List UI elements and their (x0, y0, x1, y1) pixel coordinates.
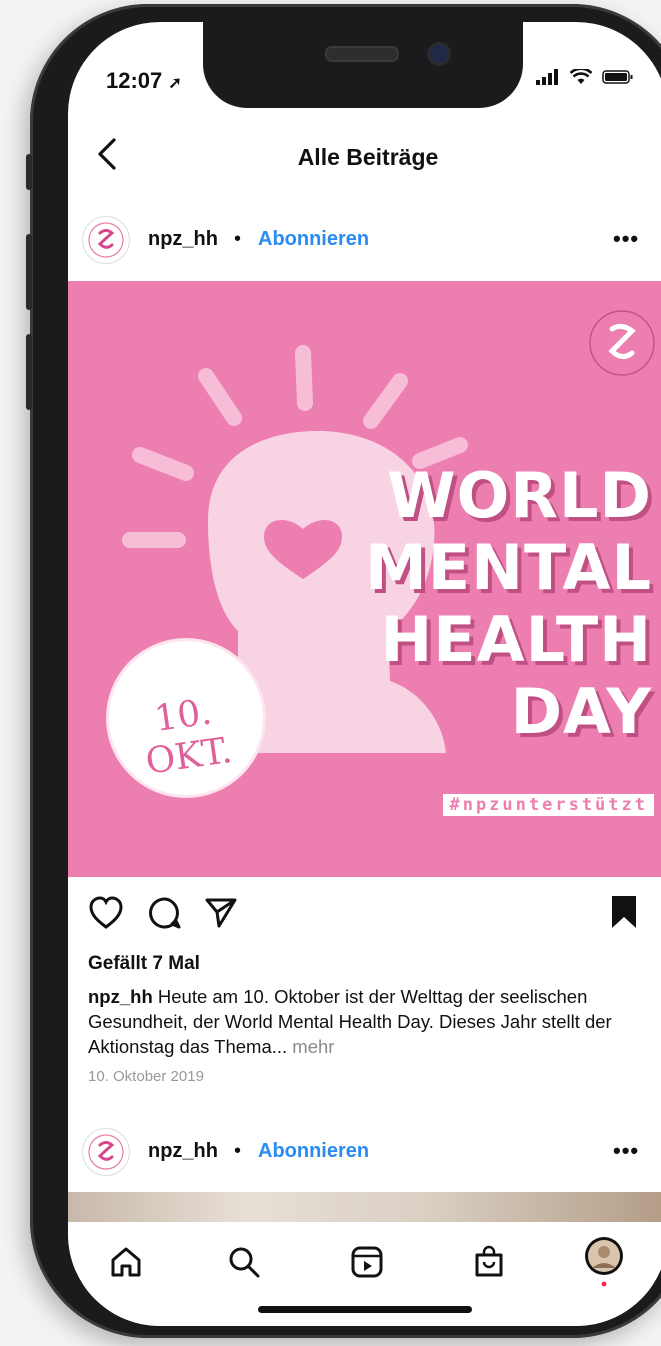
speaker (325, 46, 399, 62)
follow-button-2[interactable]: Abonnieren (258, 1140, 369, 1163)
silent-switch (26, 154, 32, 190)
post-image[interactable]: WORLD MENTAL HEALTH DAY 10. OKT. #npzunt… (68, 281, 661, 877)
caption-more-link[interactable]: mehr (292, 1036, 334, 1057)
heart-icon[interactable] (88, 896, 124, 930)
tab-shop[interactable] (465, 1238, 513, 1286)
shop-icon (475, 1245, 503, 1277)
profile-avatar (585, 1237, 623, 1287)
status-icons (536, 69, 634, 85)
more-options-button-2[interactable]: ••• (613, 1138, 639, 1164)
search-icon (229, 1247, 260, 1278)
bookmark-icon[interactable] (609, 894, 639, 930)
share-icon[interactable] (204, 896, 238, 930)
tab-home[interactable] (102, 1238, 150, 1286)
front-camera (427, 42, 451, 66)
separator-dot: • (234, 1140, 242, 1162)
location-arrow-icon: ➚ (168, 75, 182, 92)
signal-icon (536, 69, 558, 85)
npz-logo-icon (88, 1134, 124, 1170)
post-date: 10. Oktober 2019 (88, 1068, 204, 1085)
separator-dot: • (234, 228, 242, 250)
post-caption: npz_hh Heute am 10. Oktober ist der Welt… (88, 984, 648, 1059)
post2-username[interactable]: npz_hh (148, 1140, 218, 1163)
screen: 12:07 ➚ Alle Beiträge npz_hh • Abonniere… (68, 22, 661, 1326)
post-actions (68, 888, 661, 940)
likes-count[interactable]: Gefällt 7 Mal (88, 953, 200, 975)
battery-icon (602, 70, 633, 84)
npz-logo-icon (88, 222, 124, 258)
post-username[interactable]: npz_hh (148, 228, 218, 251)
headline-line-1: WORLD (387, 459, 652, 532)
npz-stamp-icon (589, 310, 655, 376)
caption-username[interactable]: npz_hh (88, 986, 153, 1007)
status-time: 12:07 ➚ (106, 68, 182, 93)
wifi-icon (570, 69, 592, 84)
more-options-button[interactable]: ••• (613, 226, 639, 252)
avatar[interactable] (82, 216, 130, 264)
post-header: npz_hh • Abonnieren ••• (68, 202, 661, 274)
avatar[interactable] (82, 1128, 130, 1176)
reels-icon (351, 1246, 383, 1278)
tab-search[interactable] (220, 1238, 268, 1286)
tab-reels[interactable] (343, 1238, 391, 1286)
volume-up-button (26, 234, 32, 310)
notch (203, 22, 523, 108)
home-icon (111, 1247, 141, 1277)
home-indicator (258, 1306, 472, 1313)
post2-header: npz_hh • Abonnieren ••• (68, 1114, 661, 1186)
headline-line-2: MENTAL (365, 531, 652, 604)
volume-down-button (26, 334, 32, 410)
caption-text: Heute am 10. Oktober ist der Welttag der… (88, 986, 612, 1057)
headline-line-3: HEALTH (380, 603, 652, 676)
comment-icon[interactable] (148, 896, 182, 930)
page-title: Alle Beiträge (297, 144, 439, 170)
headline-line-4: DAY (510, 675, 652, 748)
tab-profile[interactable] (580, 1237, 628, 1287)
follow-button[interactable]: Abonnieren (258, 228, 369, 251)
hashtag-label: #npzunterstützt (443, 794, 654, 816)
date-badge-text: 10. OKT. (143, 691, 235, 783)
date-badge: 10. OKT. (106, 638, 266, 798)
